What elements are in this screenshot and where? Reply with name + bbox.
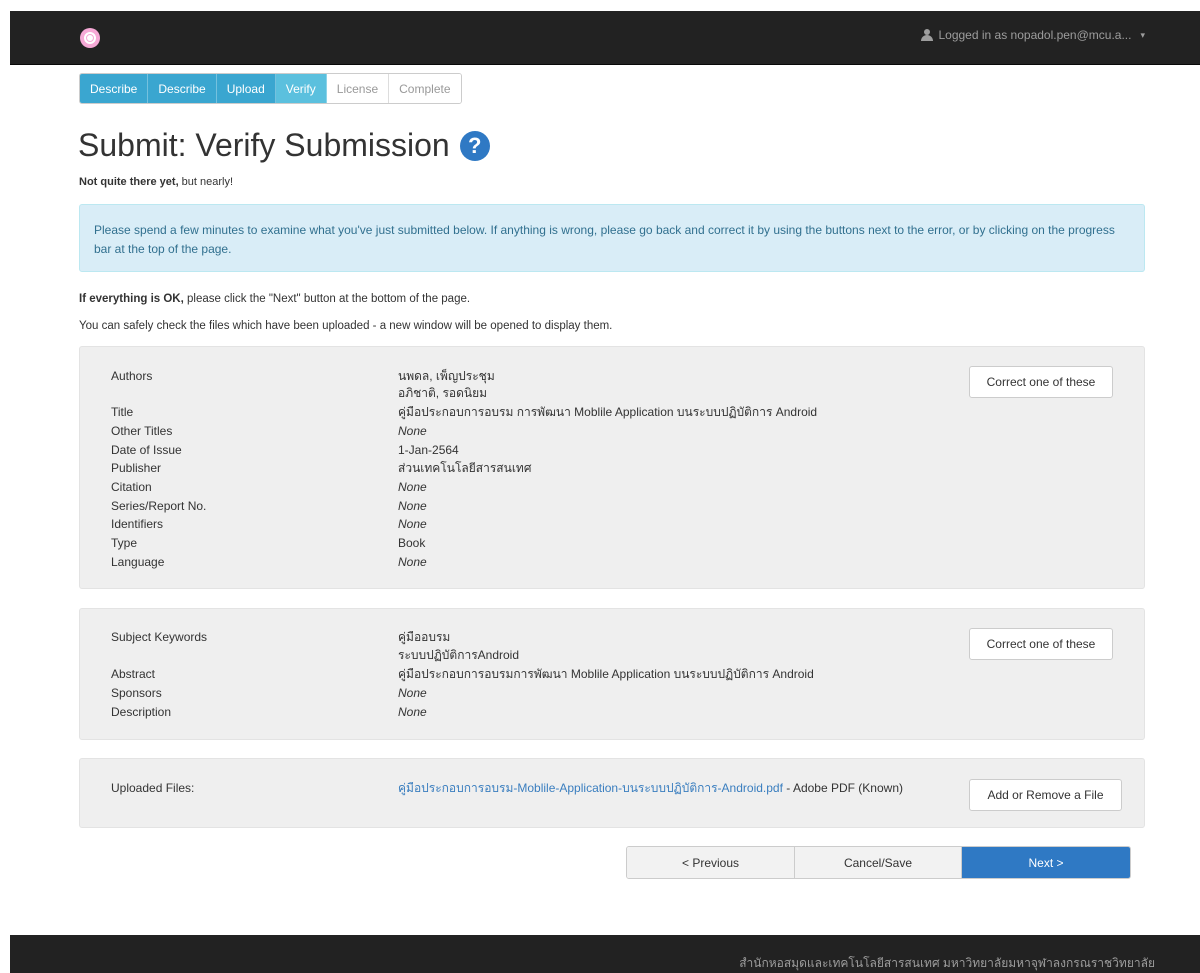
identifiers-value-wrap: None — [398, 515, 427, 534]
keywords-label: Subject Keywords — [111, 630, 208, 644]
next-button[interactable]: Next > — [962, 847, 1130, 878]
author-value-2: อภิชาติ, รอดนิยม — [398, 386, 488, 400]
progress-step-verify[interactable]: Verify — [275, 74, 327, 103]
other-titles-label: Other Titles — [111, 424, 173, 438]
progress-step-license: License — [326, 74, 390, 103]
sponsors-label: Sponsors — [111, 686, 162, 700]
type-value: Book — [398, 536, 426, 550]
user-menu-label: Logged in as nopadol.pen@mcu.a... — [938, 28, 1132, 42]
submission-progress-bar: Describe Describe Upload Verify License … — [79, 73, 462, 104]
submission-actions: < Previous Cancel/Save Next > — [626, 846, 1131, 879]
progress-step-describe-2[interactable]: Describe — [148, 74, 217, 103]
progress-step-describe-1[interactable]: Describe — [80, 74, 149, 103]
user-menu[interactable]: Logged in as nopadol.pen@mcu.a... ▾ — [921, 28, 1145, 42]
description-value-wrap: None — [398, 703, 427, 722]
ok-bold: If everything is OK, — [79, 293, 184, 305]
subtitle-bold: Not quite there yet, — [79, 176, 179, 188]
citation-value-wrap: None — [398, 478, 427, 497]
identifiers-label: Identifiers — [111, 517, 164, 531]
page-footer: สำนักหอสมุดและเทคโนโลยีสารสนเทศ มหาวิทยา… — [10, 935, 1200, 973]
metadata-section-2: Subject Keywords คู่มืออบรม ระบบปฏิบัติก… — [79, 608, 1145, 740]
file-format: - Adobe PDF (Known) — [782, 781, 903, 795]
publisher-label: Publisher — [111, 461, 162, 475]
metadata-section-1: Authors นพดล, เพ็ญประชุม อภิชาติ, รอดนิย… — [79, 346, 1145, 589]
caret-down-icon: ▾ — [1140, 29, 1145, 40]
identifiers-value: None — [398, 517, 427, 531]
series-value: None — [398, 499, 427, 513]
brand-logo-icon[interactable] — [80, 28, 100, 48]
authors-label: Authors — [111, 369, 153, 383]
progress-step-complete: Complete — [389, 74, 461, 103]
type-label: Type — [111, 536, 138, 550]
description-label: Description — [111, 705, 172, 719]
sponsors-value-wrap: None — [398, 684, 427, 703]
language-value: None — [398, 555, 427, 569]
correct-section-2-button[interactable]: Correct one of these — [969, 628, 1113, 660]
add-remove-file-button[interactable]: Add or Remove a File — [969, 779, 1122, 811]
other-titles-value-wrap: None — [398, 422, 427, 441]
correct-section-1-button[interactable]: Correct one of these — [969, 366, 1113, 398]
description-value: None — [398, 705, 427, 719]
citation-label: Citation — [111, 480, 152, 494]
subtitle-rest: but nearly! — [178, 176, 234, 188]
keyword-value-1: คู่มืออบรม — [398, 630, 451, 644]
series-label: Series/Report No. — [111, 499, 207, 513]
title-value: คู่มือประกอบการอบรม การพัฒนา Moblile App… — [398, 405, 818, 419]
page-title-wrapper: Submit: Verify Submission ? — [78, 127, 490, 164]
footer-text: สำนักหอสมุดและเทคโนโลยีสารสนเทศ มหาวิทยา… — [739, 956, 1155, 970]
date-label: Date of Issue — [111, 443, 182, 457]
user-icon — [921, 29, 934, 41]
page-subtitle: Not quite there yet, but nearly! — [79, 176, 233, 188]
other-titles-value: None — [398, 424, 427, 438]
ok-instruction: If everything is OK, please click the "N… — [79, 293, 470, 305]
publisher-value: ส่วนเทคโนโลยีสารสนเทศ — [398, 461, 532, 475]
safe-check-note: You can safely check the files which hav… — [79, 320, 613, 332]
info-alert: Please spend a few minutes to examine wh… — [79, 204, 1145, 272]
progress-step-upload[interactable]: Upload — [216, 74, 276, 103]
top-navbar: Logged in as nopadol.pen@mcu.a... ▾ — [10, 11, 1200, 65]
previous-button[interactable]: < Previous — [627, 847, 795, 878]
uploaded-file-entry: คู่มือประกอบการอบรม-Moblile-Application-… — [398, 779, 903, 798]
language-label: Language — [111, 555, 165, 569]
abstract-label: Abstract — [111, 667, 156, 681]
keyword-value-2: ระบบปฏิบัติการAndroid — [398, 648, 520, 662]
ok-rest: please click the "Next" button at the bo… — [183, 293, 471, 305]
sponsors-value: None — [398, 686, 427, 700]
uploaded-file-link[interactable]: คู่มือประกอบการอบรม-Moblile-Application-… — [398, 781, 783, 795]
citation-value: None — [398, 480, 427, 494]
abstract-value: คู่มือประกอบการอบรมการพัฒนา Moblile Appl… — [398, 667, 814, 681]
title-label: Title — [111, 405, 134, 419]
uploaded-files-section: Uploaded Files: คู่มือประกอบการอบรม-Mobl… — [79, 758, 1145, 828]
uploaded-files-label: Uploaded Files: — [111, 781, 195, 795]
help-icon[interactable]: ? — [459, 130, 490, 161]
series-value-wrap: None — [398, 497, 427, 516]
cancel-save-button[interactable]: Cancel/Save — [795, 847, 962, 878]
page-title: Submit: Verify Submission — [78, 127, 450, 163]
language-value-wrap: None — [398, 553, 427, 572]
date-value: 1-Jan-2564 — [398, 443, 459, 457]
